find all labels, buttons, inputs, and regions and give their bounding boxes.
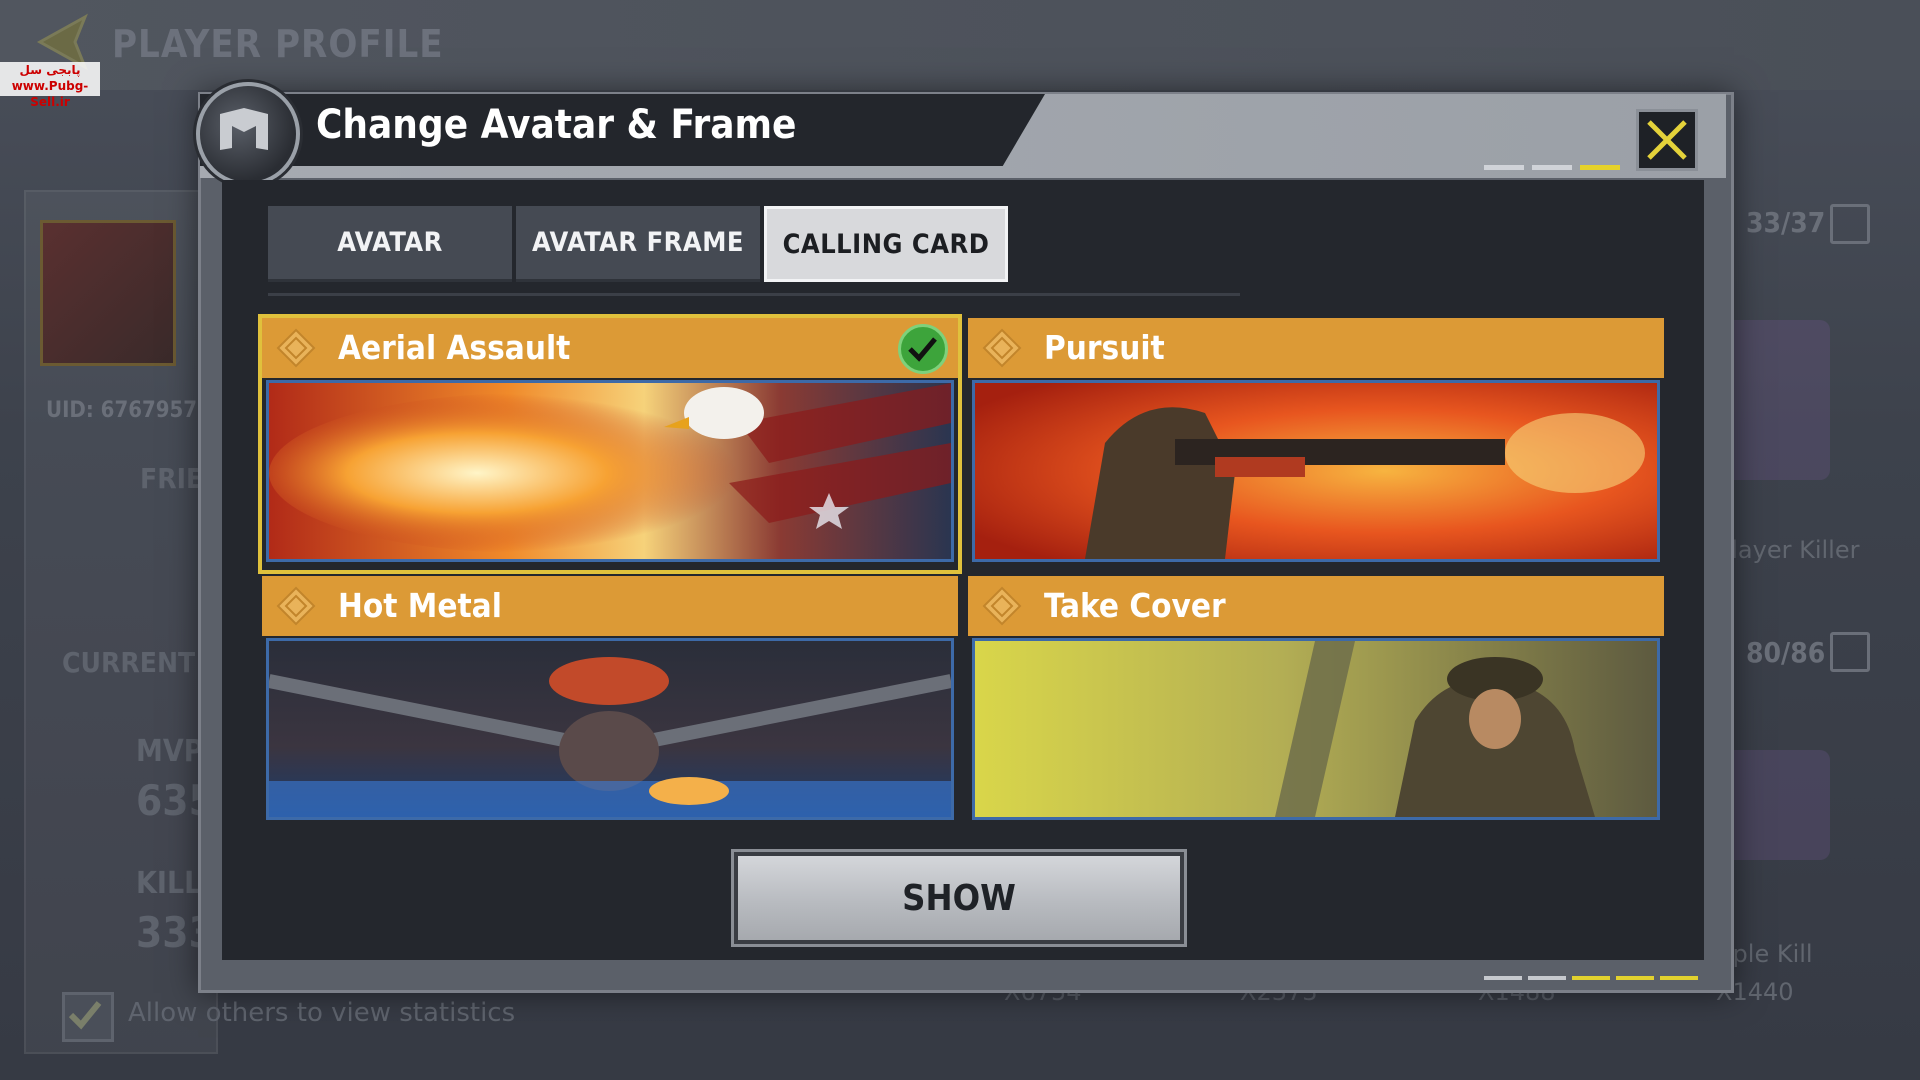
calling-card-hot-metal[interactable]: Hot Metal: [262, 576, 958, 828]
card-artwork-mechanical-engine: [266, 638, 954, 820]
modal-body: [222, 180, 1704, 960]
diamond-icon: [982, 586, 1022, 626]
edit-icon[interactable]: [1830, 204, 1870, 244]
card-header: Take Cover: [968, 576, 1664, 636]
card-header: Pursuit: [968, 318, 1664, 378]
tab-avatar[interactable]: AVATAR: [268, 206, 512, 282]
page-dot: [1528, 976, 1566, 980]
page-dot: [1572, 976, 1610, 980]
page-dot-active: [1660, 976, 1698, 980]
allow-stats-label: Allow others to view statistics: [128, 998, 516, 1028]
page-dot: [1484, 976, 1522, 980]
page-dot: [1616, 976, 1654, 980]
edit-icon[interactable]: [1830, 632, 1870, 672]
tab-calling-card[interactable]: CALLING CARD: [764, 206, 1008, 282]
background-screen-title: PLAYER PROFILE: [112, 22, 444, 66]
checkmark-icon: [908, 337, 937, 362]
calling-card-aerial-assault[interactable]: Aerial Assault: [258, 314, 962, 574]
selected-check-badge: [898, 324, 948, 374]
background-count-mid: 80/86: [1746, 636, 1826, 669]
background-friend-text: FRIE: [140, 462, 204, 495]
page-dot: [1532, 165, 1572, 170]
diamond-icon: [276, 586, 316, 626]
page-dot-active: [1580, 165, 1620, 170]
take-cover-art: [975, 641, 1657, 817]
show-button[interactable]: SHOW: [734, 852, 1184, 944]
allow-stats-checkbox[interactable]: [62, 992, 114, 1042]
hot-metal-art: [269, 641, 951, 817]
card-artwork-soldier-rifle: [972, 380, 1660, 562]
background-player-killer: player Killer: [1716, 536, 1860, 564]
bottom-page-indicator: [1484, 976, 1698, 980]
background-avatar: [40, 220, 176, 366]
pursuit-art: [975, 383, 1657, 559]
header-page-indicator: [1484, 165, 1620, 170]
tab-underline: [268, 293, 1240, 296]
watermark: پابجی سل www.Pubg-Sell.ir: [0, 62, 100, 109]
watermark-line1: پابجی سل: [19, 63, 81, 77]
card-title: Hot Metal: [338, 586, 502, 625]
background-count-top: 33/37: [1746, 206, 1826, 239]
card-title: Take Cover: [1044, 586, 1226, 625]
card-title: Pursuit: [1044, 328, 1165, 367]
game-logo-icon: [196, 82, 300, 186]
modal-title: Change Avatar & Frame: [316, 102, 797, 148]
card-artwork-eagle-fire: [266, 380, 954, 562]
watermark-line2: www.Pubg-Sell.ir: [11, 79, 89, 109]
calling-card-take-cover[interactable]: Take Cover: [968, 576, 1664, 828]
card-title: Aerial Assault: [338, 328, 571, 367]
diamond-icon: [982, 328, 1022, 368]
page-dot: [1484, 165, 1524, 170]
calling-card-pursuit[interactable]: Pursuit: [968, 318, 1664, 570]
card-header: Aerial Assault: [262, 318, 958, 378]
background-mvp-label: MVP: [136, 734, 204, 769]
checkmark-icon: [68, 1001, 102, 1030]
card-artwork-soldier-cover: [972, 638, 1660, 820]
close-x-icon: [1647, 120, 1687, 160]
aerial-assault-art: [269, 383, 951, 559]
diamond-icon: [276, 328, 316, 368]
logo-emblem-icon: [220, 108, 268, 150]
card-header: Hot Metal: [262, 576, 958, 636]
tab-avatar-frame[interactable]: AVATAR FRAME: [516, 206, 760, 282]
close-button[interactable]: [1636, 109, 1698, 171]
tab-bar: AVATAR AVATAR FRAME CALLING CARD: [268, 206, 1008, 282]
